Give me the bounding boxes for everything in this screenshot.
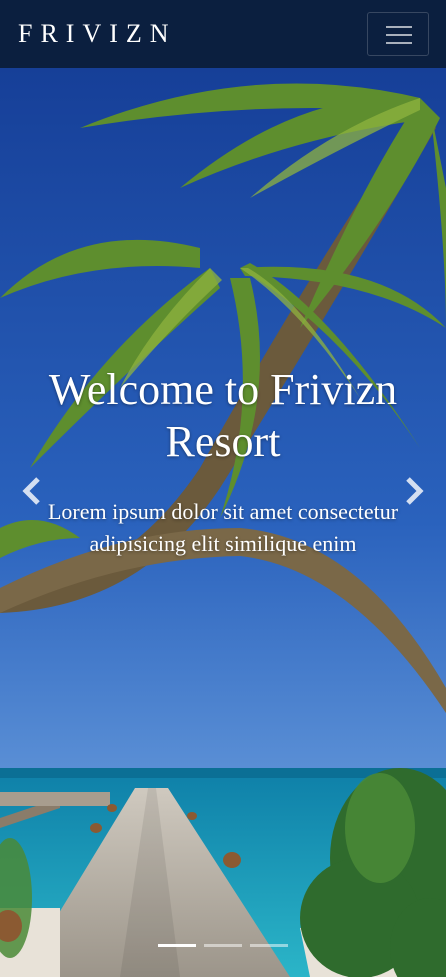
brand-logo[interactable]: FRIVIZN <box>18 18 177 50</box>
hero-caption: Welcome to Frivizn Resort Lorem ipsum do… <box>40 364 406 560</box>
carousel-indicator-2[interactable] <box>204 944 242 947</box>
chevron-left-icon <box>22 477 40 505</box>
chevron-right-icon <box>406 477 424 505</box>
carousel-indicators <box>158 944 288 948</box>
hero-carousel: Welcome to Frivizn Resort Lorem ipsum do… <box>0 68 446 977</box>
carousel-indicator-3[interactable] <box>250 944 288 947</box>
carousel-indicator-1[interactable] <box>158 944 196 947</box>
carousel-prev-button[interactable] <box>18 473 48 509</box>
carousel-next-button[interactable] <box>398 473 428 509</box>
hero-subtitle: Lorem ipsum dolor sit amet consectetur a… <box>47 499 399 556</box>
hero-title: Welcome to Frivizn Resort <box>48 365 398 466</box>
menu-toggle-button[interactable] <box>367 12 429 56</box>
navbar: FRIVIZN <box>0 0 446 68</box>
